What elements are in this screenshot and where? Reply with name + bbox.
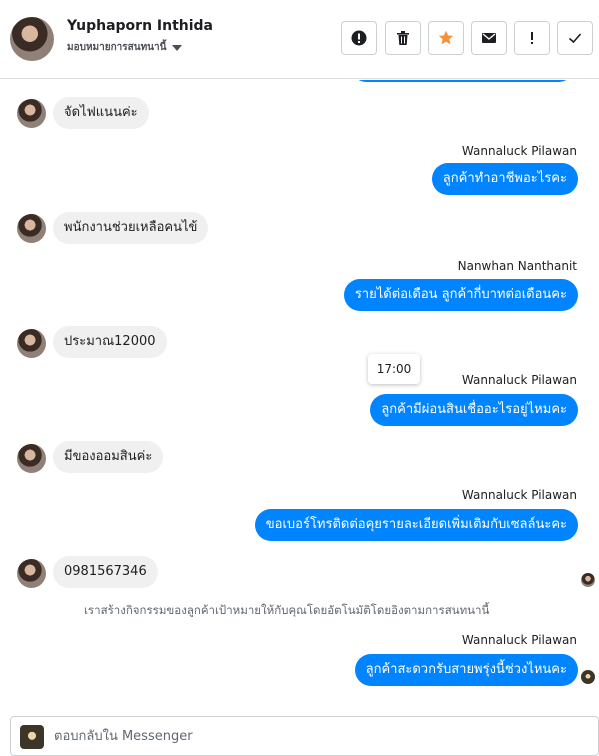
contact-avatar-small [17, 559, 46, 588]
sender-name: Wannaluck Pilawan [461, 144, 577, 158]
delete-button[interactable] [385, 21, 421, 55]
assign-conversation-label: มอบหมายการสนทนานี้ [67, 42, 167, 53]
follow-up-button[interactable] [514, 21, 550, 55]
mark-spam-button[interactable] [341, 21, 377, 55]
caret-down-icon [172, 44, 183, 51]
mark-done-button[interactable] [557, 21, 593, 55]
contact-avatar-small [17, 329, 46, 358]
trash-icon [397, 31, 409, 45]
contact-avatar[interactable] [10, 17, 54, 61]
contact-avatar-small [17, 99, 46, 128]
star-icon [438, 30, 454, 45]
seen-receipt-avatar [581, 573, 595, 587]
contact-name[interactable]: Yuphaporn Inthida [67, 18, 213, 34]
page-avatar [20, 725, 44, 749]
incoming-message[interactable]: 0981567346 [53, 556, 158, 588]
outgoing-message[interactable]: ขอเบอร์โทรติดต่อคุยรายละเอียดเพิ่มเติมกั… [254, 509, 578, 541]
seen-receipt-avatar [581, 670, 595, 684]
incoming-message[interactable]: มีของออมสินค่ะ [53, 441, 164, 473]
reply-composer [10, 716, 599, 756]
incoming-message[interactable]: พนักงานช่วยเหลือคนไข้ [53, 212, 209, 244]
sender-name: Wannaluck Pilawan [461, 373, 577, 387]
reply-input[interactable] [54, 723, 574, 749]
alert-circle-icon [351, 30, 367, 46]
message-list[interactable]: จัดไฟแนนค่ะ Wannaluck Pilawan ลูกค้าทำอา… [0, 80, 599, 716]
envelope-icon [482, 33, 496, 43]
conversation-header: Yuphaporn Inthida มอบหมายการสนทนานี้ [0, 0, 599, 79]
timestamp-tooltip: 17:00 [368, 354, 420, 384]
previous-message-bubble [352, 80, 573, 82]
star-button[interactable] [428, 21, 464, 55]
assign-conversation-dropdown[interactable]: มอบหมายการสนทนานี้ [67, 40, 183, 55]
contact-avatar-small [17, 444, 46, 473]
contact-avatar-small [17, 214, 46, 243]
outgoing-message[interactable]: ลูกค้าสะดวกรับสายพรุ่งนี้ช่วงไหนคะ [354, 654, 578, 686]
system-notice: เราสร้างกิจกรรมของลูกค้าเป้าหมายให้กับคุ… [84, 603, 490, 617]
outgoing-message[interactable]: รายได้ต่อเดือน ลูกค้ากี่บาทต่อเดือนคะ [343, 279, 578, 311]
sender-name: Wannaluck Pilawan [461, 488, 577, 502]
outgoing-message[interactable]: ลูกค้ามีผ่อนสินเชื่ออะไรอยู่ไหมคะ [370, 394, 578, 426]
sender-name: Wannaluck Pilawan [461, 633, 577, 647]
exclamation-icon [531, 32, 533, 44]
incoming-message[interactable]: จัดไฟแนนค่ะ [53, 97, 149, 129]
sender-name: Nanwhan Nanthanit [457, 259, 577, 273]
check-icon [568, 33, 582, 44]
mark-unread-button[interactable] [471, 21, 507, 55]
incoming-message[interactable]: ประมาณ12000 [53, 326, 167, 358]
outgoing-message[interactable]: ลูกค้าทำอาชีพอะไรคะ [431, 163, 578, 195]
